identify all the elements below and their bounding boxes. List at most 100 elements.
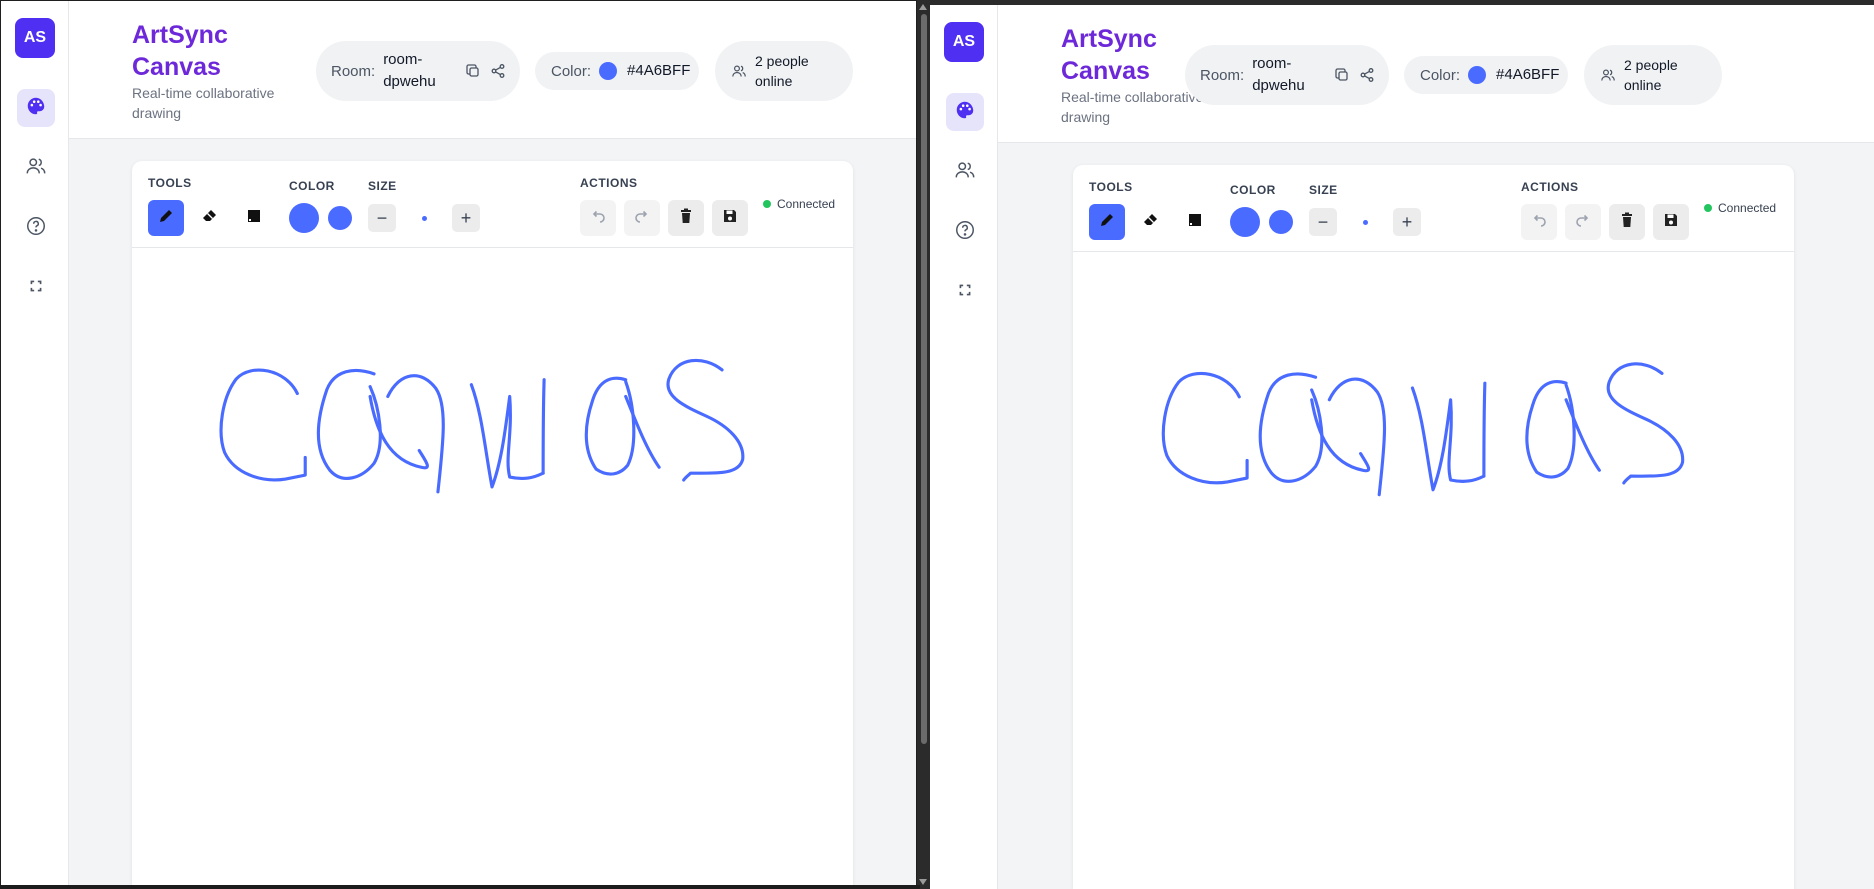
fullscreen-icon xyxy=(954,279,976,306)
browser-window-left: AS ArtSync Canvas Real-time collaborativ… xyxy=(0,0,917,889)
sidebar-item-palette[interactable] xyxy=(17,89,55,127)
stroke-a1-tail xyxy=(368,394,429,470)
share-icon[interactable] xyxy=(490,63,506,79)
stroke-n1 xyxy=(386,374,445,494)
undo-button[interactable] xyxy=(580,200,616,236)
connection-status-text: Connected xyxy=(777,197,836,211)
undo-button[interactable] xyxy=(1521,204,1557,240)
sidebar-item-help[interactable] xyxy=(946,213,984,251)
stroke-s xyxy=(1606,362,1685,485)
room-pill: Room: room-dpwehu xyxy=(316,41,520,101)
redo-icon xyxy=(1574,211,1592,234)
color-preset-button[interactable] xyxy=(1269,210,1293,234)
palette-icon xyxy=(954,99,976,126)
canvas-card: TOOLS COLOR SIZE ACTIONS − + Connected xyxy=(132,161,853,888)
color-hex: #4A6BFF xyxy=(1496,66,1560,83)
drawing-canvas[interactable] xyxy=(1073,253,1794,889)
eraser-icon xyxy=(1142,211,1160,234)
color-section-label: COLOR xyxy=(1230,183,1276,197)
current-color-button[interactable] xyxy=(289,203,319,233)
users-icon xyxy=(954,159,976,186)
app-header: ArtSync Canvas Real-time collaborative d… xyxy=(69,1,916,139)
color-preset-button[interactable] xyxy=(328,206,352,230)
undo-icon xyxy=(589,207,607,230)
window-scrollbar[interactable] xyxy=(917,0,930,889)
current-color-button[interactable] xyxy=(1230,207,1260,237)
share-icon[interactable] xyxy=(1359,67,1375,83)
room-label: Room: xyxy=(1200,66,1245,84)
sidebar-item-users[interactable] xyxy=(17,149,55,187)
drawing-canvas[interactable] xyxy=(132,249,853,888)
online-count: 2 people online xyxy=(755,53,809,89)
online-pill: 2 people online xyxy=(1584,45,1722,105)
trash-icon xyxy=(677,207,695,230)
size-decrease-button[interactable]: − xyxy=(1309,208,1337,236)
taskbar-fragment xyxy=(0,885,920,889)
size-decrease-button[interactable]: − xyxy=(368,204,396,232)
sidebar: AS xyxy=(930,5,998,889)
eraser-tool-button[interactable] xyxy=(192,200,228,236)
save-icon xyxy=(721,207,739,230)
stroke-a1-tail xyxy=(1310,398,1371,473)
pencil-icon xyxy=(157,207,175,230)
clear-button[interactable] xyxy=(1609,204,1645,240)
browser-window-right: AS ArtSync Canvas Real-time collaborativ… xyxy=(930,5,1874,889)
eraser-tool-button[interactable] xyxy=(1133,204,1169,240)
sidebar: AS xyxy=(1,1,69,888)
color-label: Color: xyxy=(551,62,592,80)
copy-icon[interactable] xyxy=(1334,67,1350,83)
save-button[interactable] xyxy=(712,200,748,236)
stroke-v xyxy=(469,383,545,489)
status-dot xyxy=(763,200,771,208)
stroke-a1 xyxy=(1258,372,1324,483)
stroke-l xyxy=(1482,381,1487,478)
sidebar-item-fullscreen[interactable] xyxy=(946,273,984,311)
tools-label: TOOLS xyxy=(1089,180,1133,194)
scroll-up-arrow-icon[interactable] xyxy=(919,4,927,10)
save-button[interactable] xyxy=(1653,204,1689,240)
drawing-svg xyxy=(1161,362,1685,497)
scrollbar-thumb[interactable] xyxy=(921,14,927,744)
users-online-icon xyxy=(1600,67,1616,83)
online-count: 2 people online xyxy=(1624,57,1678,93)
screen: AS ArtSync Canvas Real-time collaborativ… xyxy=(0,0,1874,889)
copy-icon[interactable] xyxy=(465,63,481,79)
sidebar-item-help[interactable] xyxy=(17,209,55,247)
app-avatar[interactable]: AS xyxy=(944,22,984,62)
room-pill: Room: room-dpwehu xyxy=(1185,45,1389,105)
stroke-c xyxy=(1161,371,1249,485)
sidebar-item-fullscreen[interactable] xyxy=(17,269,55,307)
brush-size-indicator xyxy=(422,216,427,221)
rectangle-tool-button[interactable] xyxy=(1177,204,1213,240)
pencil-tool-button[interactable] xyxy=(148,200,184,236)
scroll-down-arrow-icon[interactable] xyxy=(919,879,927,885)
pencil-tool-button[interactable] xyxy=(1089,204,1125,240)
save-icon xyxy=(1662,211,1680,234)
size-increase-button[interactable]: + xyxy=(1393,208,1421,236)
size-label: SIZE xyxy=(1309,183,1338,197)
stroke-a2 xyxy=(1525,380,1576,479)
redo-button[interactable] xyxy=(1565,204,1601,240)
fullscreen-icon xyxy=(25,275,47,302)
rectangle-tool-button[interactable] xyxy=(236,200,272,236)
room-label: Room: xyxy=(331,62,376,80)
size-increase-button[interactable]: + xyxy=(452,204,480,232)
color-swatch xyxy=(599,62,618,80)
color-swatch xyxy=(1468,66,1487,84)
online-pill: 2 people online xyxy=(715,41,853,101)
sidebar-item-users[interactable] xyxy=(946,153,984,191)
app-avatar[interactable]: AS xyxy=(15,18,55,58)
app-title: ArtSync Canvas xyxy=(132,21,228,81)
clear-button[interactable] xyxy=(668,200,704,236)
redo-button[interactable] xyxy=(624,200,660,236)
tools-label: TOOLS xyxy=(148,176,192,190)
connection-status: Connected xyxy=(1704,201,1776,215)
drawing-svg xyxy=(219,358,745,494)
stroke-s xyxy=(666,358,745,482)
connection-status: Connected xyxy=(763,197,835,211)
sidebar-item-palette[interactable] xyxy=(946,93,984,131)
stroke-a2 xyxy=(584,376,636,476)
canvas-handwriting-strokes xyxy=(1161,362,1685,497)
users-online-icon xyxy=(731,63,747,79)
connection-status-text: Connected xyxy=(1718,201,1777,215)
